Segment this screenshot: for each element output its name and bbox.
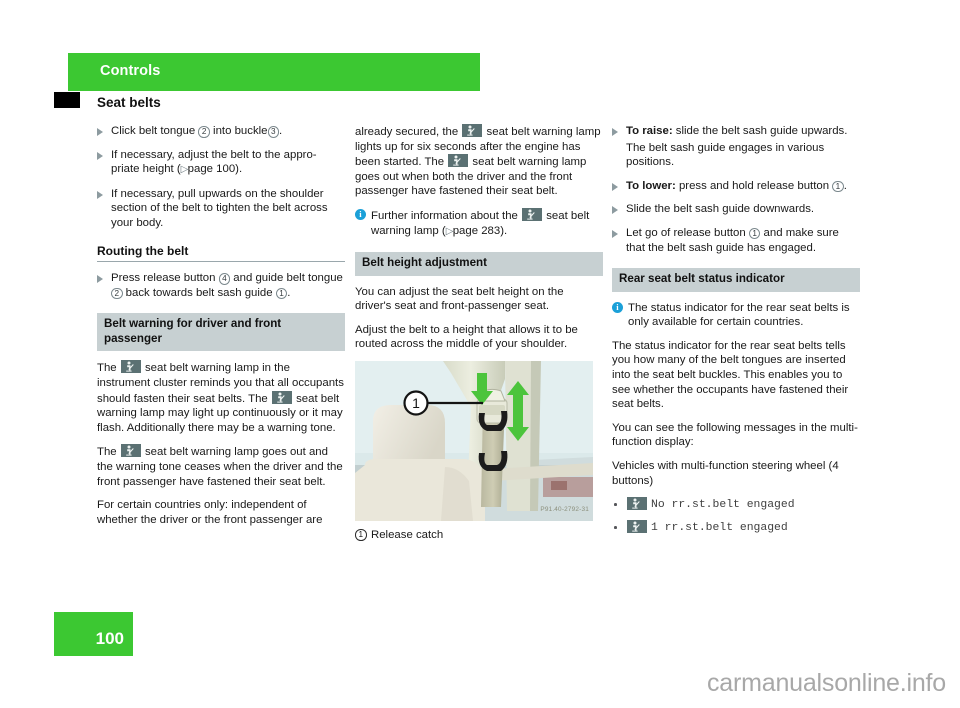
paragraph: Adjust the belt to a height that allows … <box>355 323 578 351</box>
list-item: Click belt tongue 2 into buckle 3. <box>97 124 345 139</box>
reference-number: 1 <box>355 529 367 541</box>
step-text-end: ). <box>235 163 243 176</box>
seatbelt-warning-lamp-icon <box>627 520 647 534</box>
reference-number: 3 <box>267 126 280 138</box>
info-note: i The status indicator for the rear seat … <box>612 301 860 330</box>
paragraph: already secured, the seat belt warning l… <box>355 124 603 199</box>
cross-reference-arrow-icon: ▷ <box>445 225 454 237</box>
reference-number: 1 <box>832 180 844 193</box>
figure-caption: 1 Release catch <box>355 528 603 543</box>
step-text-pre: Press release button <box>111 272 219 285</box>
seatbelt-warning-lamp-icon <box>271 390 292 404</box>
page-number: 100 <box>95 629 124 648</box>
text-run: The status indicator for the rear seat b… <box>628 301 850 329</box>
figure-belt-height-adjuster: 1 P91.40-2792-31 <box>355 361 593 522</box>
section-header-belt-height-adjustment: Belt height adjustment <box>355 252 603 276</box>
triangle-bullet-icon <box>97 128 103 136</box>
triangle-bullet-icon <box>97 275 103 284</box>
step-text-post: back towards belt sash guide <box>122 286 276 299</box>
list-item: To raise: slide the belt sash guide upwa… <box>612 124 860 139</box>
triangle-bullet-icon <box>97 151 103 160</box>
info-icon: i <box>612 302 623 314</box>
column-one: Click belt tongue 2 into buckle 3. If nec… <box>97 124 345 536</box>
paragraph: The status indicator for the rear seat b… <box>612 339 849 411</box>
seatbelt-warning-lamp-icon <box>522 207 543 221</box>
reference-number: 4 <box>218 273 231 285</box>
list-item: Press release button 4 and guide belt to… <box>97 271 345 300</box>
list-item-continuation: The belt sash guide engages in various p… <box>612 141 860 170</box>
xref-target[interactable]: page 283 <box>453 225 501 237</box>
display-message: 1 rr.st.belt engaged <box>651 522 788 535</box>
step-text: Let go of release button <box>626 226 749 239</box>
step-text: slide the belt sash guide upwards. <box>672 125 848 137</box>
triangle-bullet-icon <box>612 229 618 238</box>
paragraph: You can see the following messages in th… <box>612 421 858 449</box>
seatbelt-warning-lamp-icon <box>120 444 141 458</box>
list-item: Slide the belt sash guide downwards. <box>612 202 860 217</box>
reference-number: 1 <box>275 287 288 300</box>
info-note: i Further information about the seat belt… <box>355 207 603 239</box>
step-text: The belt sash guide engages in various p… <box>626 141 825 169</box>
watermark: carmanualsonline.info <box>706 669 946 697</box>
column-two: already secured, the seat belt warning l… <box>355 124 603 552</box>
step-emphasis: To raise: <box>626 125 673 137</box>
text-run: The <box>97 362 120 375</box>
seatbelt-warning-lamp-icon <box>120 360 141 374</box>
step-text-end: . <box>287 286 291 299</box>
triangle-bullet-icon <box>612 128 618 136</box>
section-header-belt-warning: Belt warning for driver and front passen… <box>97 313 345 352</box>
list-item: Let go of release button 1 and make sure… <box>612 226 860 255</box>
chapter-banner: Controls <box>68 53 480 91</box>
triangle-bullet-icon <box>612 206 618 215</box>
page-number-badge: 100 <box>54 612 133 656</box>
thumb-index-tab <box>54 92 80 108</box>
xref-target[interactable]: page 100 <box>188 163 236 175</box>
list-item: No rr.st.belt engaged <box>612 497 860 513</box>
step-text: press and hold release button <box>675 179 833 192</box>
text-run: The <box>97 446 120 459</box>
chapter-label: Controls <box>100 63 161 79</box>
step-text: Slide the belt sash guide downwards. <box>626 203 815 216</box>
paragraph: Vehicles with multi-function steering wh… <box>612 460 839 487</box>
step-text-post: . <box>843 179 847 192</box>
list-item: If necessary, adjust the belt to the app… <box>97 148 345 178</box>
text-run: ). <box>500 224 508 237</box>
triangle-bullet-icon <box>612 182 618 191</box>
bullet-dot-icon <box>614 503 617 506</box>
text-run: already secured, the <box>355 126 462 138</box>
figure-credit: P91.40-2792-31 <box>540 506 589 514</box>
caption-text: Release catch <box>371 529 444 542</box>
info-icon: i <box>355 209 366 221</box>
seatbelt-warning-lamp-icon <box>462 124 483 137</box>
column-three: To raise: slide the belt sash guide upwa… <box>612 124 860 543</box>
step-text-mid: into buckle <box>209 125 268 137</box>
step-emphasis: To lower: <box>626 179 676 192</box>
figure-illustration: 1 <box>355 361 593 522</box>
triangle-bullet-icon <box>97 190 103 199</box>
figure-callout-number: 1 <box>412 395 420 411</box>
list-item: 1 rr.st.belt engaged <box>612 520 860 536</box>
section-header-rear-seat-belt-status-indicator: Rear seat belt status indicator <box>612 268 860 292</box>
display-message: No rr.st.belt engaged <box>651 499 795 512</box>
paragraph: For certain countries only: independent … <box>97 499 323 526</box>
bullet-dot-icon <box>614 526 617 529</box>
reference-number: 1 <box>748 227 761 240</box>
paragraph: The seat belt warning lamp in the instru… <box>97 360 345 435</box>
step-text: If necessary, pull upwards on the should… <box>111 187 328 229</box>
reference-number: 2 <box>198 126 210 138</box>
reference-number: 2 <box>111 287 123 300</box>
page-title: Seat belts <box>97 95 161 110</box>
cross-reference-arrow-icon: ▷ <box>180 164 189 176</box>
step-text-post: . <box>279 125 283 137</box>
text-run: Further information about the <box>371 209 522 222</box>
list-item: To lower: press and hold release button … <box>612 179 860 194</box>
subheading-routing-the-belt: Routing the belt <box>97 244 345 263</box>
paragraph: You can adjust the seat belt height on t… <box>355 285 564 313</box>
paragraph: The seat belt warning lamp goes out and … <box>97 444 345 489</box>
list-item: If necessary, pull upwards on the should… <box>97 187 345 231</box>
step-text-mid: and guide belt tongue <box>230 272 343 285</box>
seatbelt-warning-lamp-icon <box>627 497 647 511</box>
step-text-pre: Click belt tongue <box>111 125 199 137</box>
seatbelt-warning-lamp-icon <box>448 154 469 168</box>
